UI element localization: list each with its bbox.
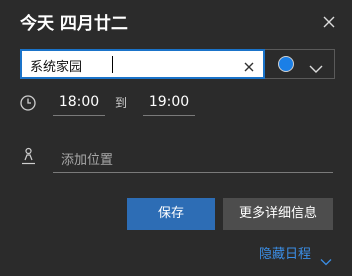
location-person-icon: [20, 147, 37, 165]
color-swatch: [278, 56, 294, 72]
hide-schedule-link[interactable]: 隐藏日程: [259, 246, 311, 264]
end-time-picker[interactable]: 19:00: [143, 91, 195, 116]
save-button[interactable]: 保存: [127, 198, 215, 230]
event-title-input[interactable]: 系统家园: [20, 49, 265, 79]
close-icon[interactable]: [320, 13, 338, 31]
event-title-value[interactable]: 系统家园: [30, 56, 82, 75]
chevron-down-icon[interactable]: [320, 251, 332, 266]
chevron-down-icon: [309, 59, 323, 73]
date-title: 今天 四月廿二: [20, 14, 128, 34]
clock-icon: [19, 94, 37, 112]
time-separator-label: 到: [115, 96, 128, 110]
start-time-picker[interactable]: 18:00: [53, 91, 105, 116]
more-details-button[interactable]: 更多详细信息: [223, 198, 333, 230]
text-caret: [112, 56, 113, 73]
location-input[interactable]: 添加位置: [53, 146, 333, 173]
clear-icon[interactable]: [243, 58, 255, 72]
color-picker[interactable]: [265, 49, 335, 79]
location-placeholder: 添加位置: [61, 153, 114, 168]
